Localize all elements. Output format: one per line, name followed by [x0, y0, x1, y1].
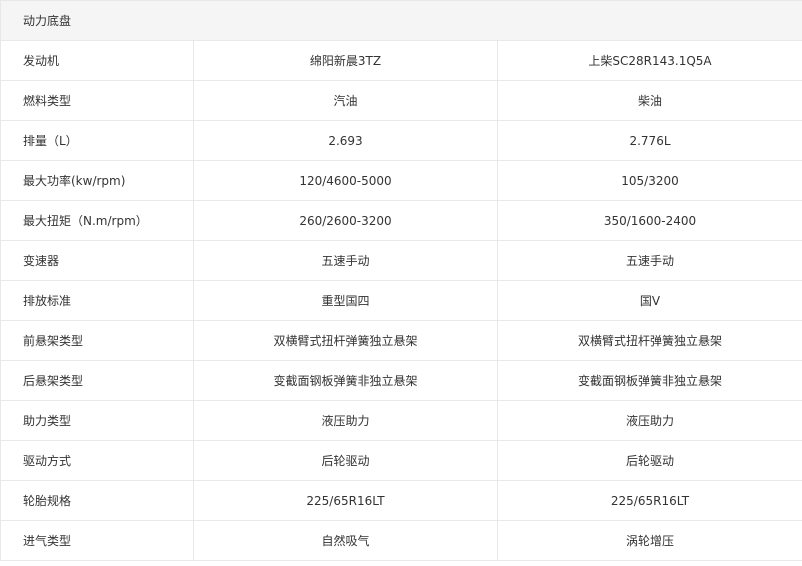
table-row-fuel-type: 燃料类型 汽油 柴油	[0, 80, 802, 121]
value-col-2: 105/3200	[497, 160, 802, 201]
value-col-2: 2.776L	[497, 120, 802, 161]
value-col-2: 柴油	[497, 80, 802, 121]
table-row-intake-type: 进气类型 自然吸气 涡轮增压	[0, 520, 802, 561]
table-row-engine: 发动机 绵阳新晨3TZ 上柴SC28R143.1Q5A	[0, 40, 802, 81]
section-header-row: 动力底盘	[0, 0, 802, 41]
value-col-1: 汽油	[193, 80, 498, 121]
value-col-1: 变截面钢板弹簧非独立悬架	[193, 360, 498, 401]
table-row-emission-standard: 排放标准 重型国四 国V	[0, 280, 802, 321]
row-label: 排量（L）	[0, 120, 194, 161]
value-col-1: 液压助力	[193, 400, 498, 441]
table-row-front-suspension: 前悬架类型 双横臂式扭杆弹簧独立悬架 双横臂式扭杆弹簧独立悬架	[0, 320, 802, 361]
section-title: 动力底盘	[0, 0, 802, 41]
row-label: 助力类型	[0, 400, 194, 441]
table-row-max-torque: 最大扭矩（N.m/rpm） 260/2600-3200 350/1600-240…	[0, 200, 802, 241]
value-col-2: 后轮驱动	[497, 440, 802, 481]
value-col-1: 自然吸气	[193, 520, 498, 561]
row-label: 变速器	[0, 240, 194, 281]
row-label: 燃料类型	[0, 80, 194, 121]
table-row-tire-spec: 轮胎规格 225/65R16LT 225/65R16LT	[0, 480, 802, 521]
table-row-transmission: 变速器 五速手动 五速手动	[0, 240, 802, 281]
value-col-1: 225/65R16LT	[193, 480, 498, 521]
value-col-1: 2.693	[193, 120, 498, 161]
row-label: 后悬架类型	[0, 360, 194, 401]
row-label: 最大功率(kw/rpm)	[0, 160, 194, 201]
value-col-1: 后轮驱动	[193, 440, 498, 481]
table-row-max-power: 最大功率(kw/rpm) 120/4600-5000 105/3200	[0, 160, 802, 201]
row-label: 轮胎规格	[0, 480, 194, 521]
value-col-1: 五速手动	[193, 240, 498, 281]
value-col-2: 国V	[497, 280, 802, 321]
table-row-rear-suspension: 后悬架类型 变截面钢板弹簧非独立悬架 变截面钢板弹簧非独立悬架	[0, 360, 802, 401]
row-label: 驱动方式	[0, 440, 194, 481]
row-label: 排放标准	[0, 280, 194, 321]
value-col-1: 120/4600-5000	[193, 160, 498, 201]
table-row-steering-assist: 助力类型 液压助力 液压助力	[0, 400, 802, 441]
value-col-1: 260/2600-3200	[193, 200, 498, 241]
value-col-2: 涡轮增压	[497, 520, 802, 561]
table-row-displacement: 排量（L） 2.693 2.776L	[0, 120, 802, 161]
row-label: 发动机	[0, 40, 194, 81]
value-col-2: 上柴SC28R143.1Q5A	[497, 40, 802, 81]
row-label: 进气类型	[0, 520, 194, 561]
value-col-2: 350/1600-2400	[497, 200, 802, 241]
value-col-1: 重型国四	[193, 280, 498, 321]
value-col-1: 绵阳新晨3TZ	[193, 40, 498, 81]
value-col-2: 液压助力	[497, 400, 802, 441]
row-label: 前悬架类型	[0, 320, 194, 361]
table-row-drive-type: 驱动方式 后轮驱动 后轮驱动	[0, 440, 802, 481]
value-col-1: 双横臂式扭杆弹簧独立悬架	[193, 320, 498, 361]
value-col-2: 变截面钢板弹簧非独立悬架	[497, 360, 802, 401]
value-col-2: 双横臂式扭杆弹簧独立悬架	[497, 320, 802, 361]
spec-table: 动力底盘 发动机 绵阳新晨3TZ 上柴SC28R143.1Q5A 燃料类型 汽油…	[0, 0, 802, 561]
value-col-2: 225/65R16LT	[497, 480, 802, 521]
row-label: 最大扭矩（N.m/rpm）	[0, 200, 194, 241]
value-col-2: 五速手动	[497, 240, 802, 281]
